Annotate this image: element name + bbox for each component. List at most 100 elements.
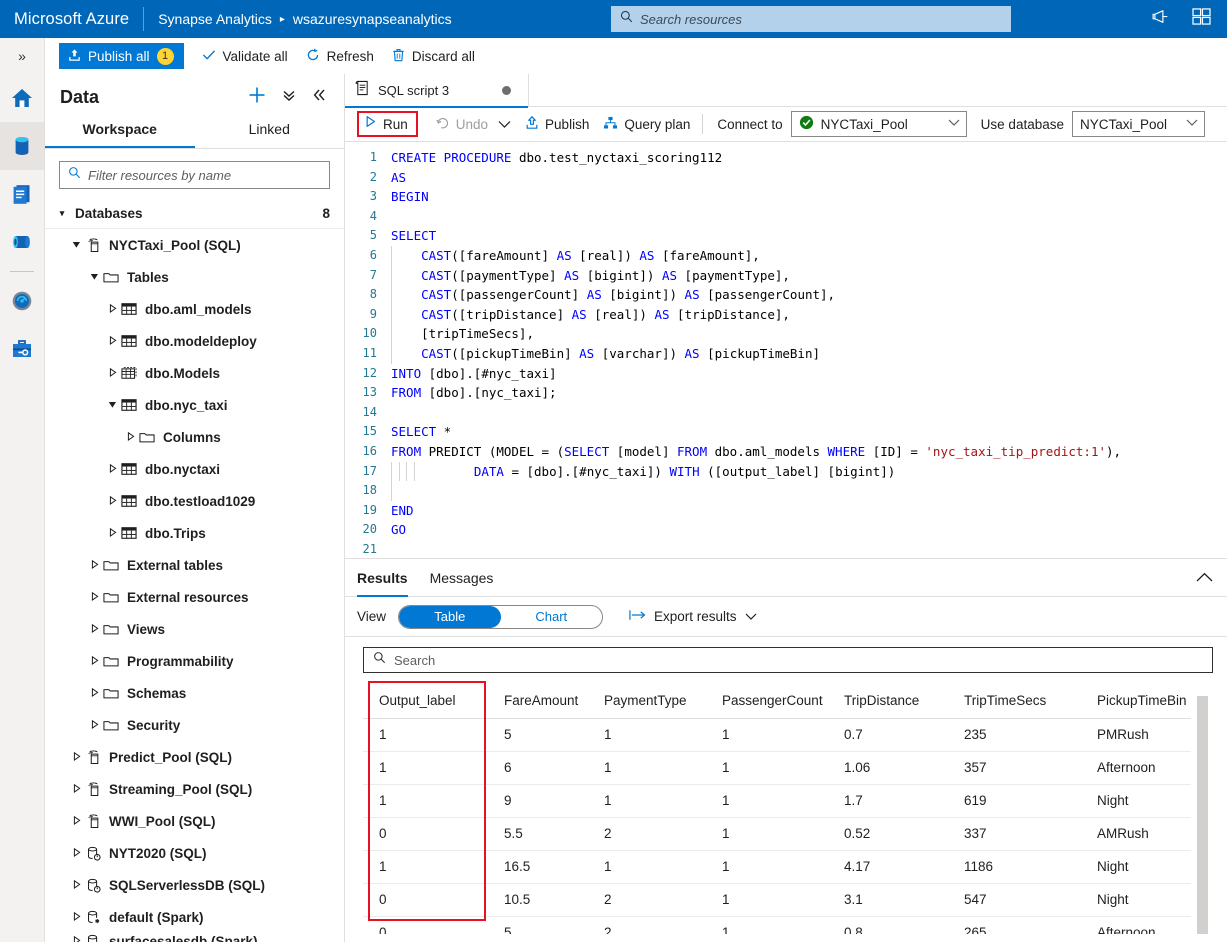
chevron-right-icon[interactable] [69, 751, 83, 763]
code-line[interactable]: 17 DATA = [dbo].[#nyc_taxi]) WITH ([outp… [345, 461, 1227, 482]
code-line[interactable]: 10 [tripTimeSecs], [345, 324, 1227, 344]
add-icon[interactable] [248, 86, 266, 109]
tree-node-dbo-nyctaxi[interactable]: dbo.nyctaxi [45, 453, 344, 485]
code-line[interactable]: 11 CAST([pickupTimeBin] AS [varchar]) AS… [345, 343, 1227, 364]
tree-node-nyctaxi-pool-sql[interactable]: NYCTaxi_Pool (SQL) [45, 229, 344, 261]
tree-node-views[interactable]: Views [45, 613, 344, 645]
tree-node-programmability[interactable]: Programmability [45, 645, 344, 677]
azure-brand[interactable]: Microsoft Azure [0, 10, 129, 29]
connect-to-dropdown[interactable]: NYCTaxi_Pool [790, 111, 967, 137]
chevron-right-icon[interactable] [87, 591, 101, 603]
chevron-right-icon[interactable] [105, 463, 119, 475]
chevron-right-icon[interactable] [69, 935, 83, 942]
collapse-panel-icon[interactable] [312, 88, 326, 107]
code-line[interactable]: 3 BEGIN [345, 187, 1227, 207]
chevron-right-icon[interactable] [87, 559, 101, 571]
chevron-right-icon[interactable] [87, 687, 101, 699]
tree-node-columns[interactable]: Columns [45, 421, 344, 453]
tab-sql-script-3[interactable]: SQL script 3 [345, 74, 529, 108]
chevron-right-icon[interactable] [105, 527, 119, 539]
tree-node-security[interactable]: Security [45, 709, 344, 741]
table-row[interactable]: 1 5 1 1 0.7 235 PMRush [363, 718, 1191, 752]
cloud-shell-icon[interactable] [1192, 8, 1211, 30]
code-line[interactable]: 21 [345, 540, 1227, 557]
code-line[interactable]: 18 [345, 481, 1227, 501]
discard-all-button[interactable]: Discard all [392, 48, 475, 65]
tree-node-dbo-modeldeploy[interactable]: dbo.modeldeploy [45, 325, 344, 357]
chevron-right-icon[interactable] [69, 911, 83, 923]
publish-all-button[interactable]: Publish all 1 [59, 43, 184, 69]
chevron-right-icon[interactable] [87, 719, 101, 731]
view-toggle-table[interactable]: Table [399, 605, 501, 628]
chevron-right-icon[interactable] [87, 655, 101, 667]
tree-node-sqlserverlessdb-sql[interactable]: SQLServerlessDB (SQL) [45, 869, 344, 901]
tree-node-dbo-models[interactable]: dbo.Models [45, 357, 344, 389]
collapse-results-icon[interactable] [1196, 570, 1213, 588]
table-row[interactable]: 1 16.5 1 1 4.17 1186 Night [363, 850, 1191, 884]
code-line[interactable]: 12 INTO [dbo].[#nyc_taxi] [345, 364, 1227, 384]
chevron-right-icon[interactable] [69, 847, 83, 859]
code-line[interactable]: 9 CAST([tripDistance] AS [real]) AS [tri… [345, 304, 1227, 325]
code-line[interactable]: 20 GO [345, 520, 1227, 540]
tree-node-dbo-aml-models[interactable]: dbo.aml_models [45, 293, 344, 325]
undo-button[interactable]: Undo [436, 116, 488, 133]
column-header[interactable]: PassengerCount [706, 684, 828, 719]
chevron-right-icon[interactable] [105, 367, 119, 379]
chevron-right-icon[interactable] [105, 495, 119, 507]
rail-item-develop[interactable] [0, 170, 44, 218]
chevron-right-icon[interactable] [105, 335, 119, 347]
use-database-dropdown[interactable]: NYCTaxi_Pool [1071, 111, 1205, 137]
tree-node-external-resources[interactable]: External resources [45, 581, 344, 613]
breadcrumb-service[interactable]: Synapse Analytics [158, 11, 272, 27]
view-toggle-chart[interactable]: Chart [501, 606, 603, 628]
chevron-right-icon[interactable] [105, 303, 119, 315]
tab-messages[interactable]: Messages [430, 559, 494, 597]
undo-dropdown-button[interactable] [498, 117, 511, 132]
code-line[interactable]: 1 CREATE PROCEDURE dbo.test_nyctaxi_scori… [345, 148, 1227, 168]
column-header[interactable]: FareAmount [488, 684, 588, 719]
rail-item-monitor[interactable] [0, 277, 44, 325]
tree-node-dbo-nyc-taxi[interactable]: dbo.nyc_taxi [45, 389, 344, 421]
tab-linked[interactable]: Linked [195, 121, 345, 148]
code-line[interactable]: 8 CAST([passengerCount] AS [bigint]) AS … [345, 285, 1227, 305]
tree-node-external-tables[interactable]: External tables [45, 549, 344, 581]
code-line[interactable]: 5 SELECT [345, 226, 1227, 246]
code-line[interactable]: 13 FROM [dbo].[nyc_taxi]; [345, 383, 1227, 403]
chevron-right-icon[interactable] [123, 431, 137, 443]
code-line[interactable]: 4 [345, 207, 1227, 227]
column-header[interactable]: PickupTimeBin [1081, 684, 1191, 719]
code-line[interactable]: 16 FROM PREDICT (MODEL = (SELECT [model] … [345, 442, 1227, 462]
code-line[interactable]: 2 AS [345, 168, 1227, 188]
sql-code-editor[interactable]: 1 CREATE PROCEDURE dbo.test_nyctaxi_scori… [345, 142, 1227, 557]
tree-node-nyt2020-sql[interactable]: NYT2020 (SQL) [45, 837, 344, 869]
breadcrumb-workspace[interactable]: wsazuresynapseanalytics [293, 11, 452, 27]
chevron-right-icon[interactable] [87, 623, 101, 635]
code-line[interactable]: 15 SELECT * [345, 422, 1227, 442]
column-header[interactable]: TripDistance [828, 684, 948, 719]
tree-node-tables[interactable]: Tables [45, 261, 344, 293]
rail-item-data[interactable] [0, 122, 44, 170]
publish-button[interactable]: Publish [525, 115, 589, 133]
tree-node-dbo-testload1029[interactable]: dbo.testload1029 [45, 485, 344, 517]
tree-node-schemas[interactable]: Schemas [45, 677, 344, 709]
feedback-icon[interactable] [1152, 9, 1172, 30]
table-row[interactable]: 0 5.5 2 1 0.52 337 AMRush [363, 817, 1191, 851]
run-button[interactable]: Run [357, 111, 418, 137]
rail-item-integrate[interactable] [0, 218, 44, 266]
chevron-down-icon[interactable] [69, 240, 83, 251]
code-line[interactable]: 14 [345, 403, 1227, 423]
column-header[interactable]: TripTimeSecs [948, 684, 1081, 719]
tree-node-dbo-trips[interactable]: dbo.Trips [45, 517, 344, 549]
tree-node-predict-pool-sql[interactable]: Predict_Pool (SQL) [45, 741, 344, 773]
rail-item-home[interactable] [0, 74, 44, 122]
chevron-down-icon[interactable] [105, 400, 119, 411]
column-header[interactable]: Output_label [363, 684, 488, 719]
refresh-button[interactable]: Refresh [306, 48, 374, 65]
table-row[interactable]: 0 5 2 1 0.8 265 Afternoon [363, 916, 1191, 934]
chevron-down-icon[interactable]: ▾ [55, 208, 69, 219]
code-line[interactable]: 19 END [345, 501, 1227, 521]
table-row[interactable]: 1 9 1 1 1.7 619 Night [363, 784, 1191, 818]
global-search-input[interactable]: Search resources [611, 6, 1011, 32]
column-header[interactable]: PaymentType [588, 684, 706, 719]
tree-node-default-spark[interactable]: default (Spark) [45, 901, 344, 933]
